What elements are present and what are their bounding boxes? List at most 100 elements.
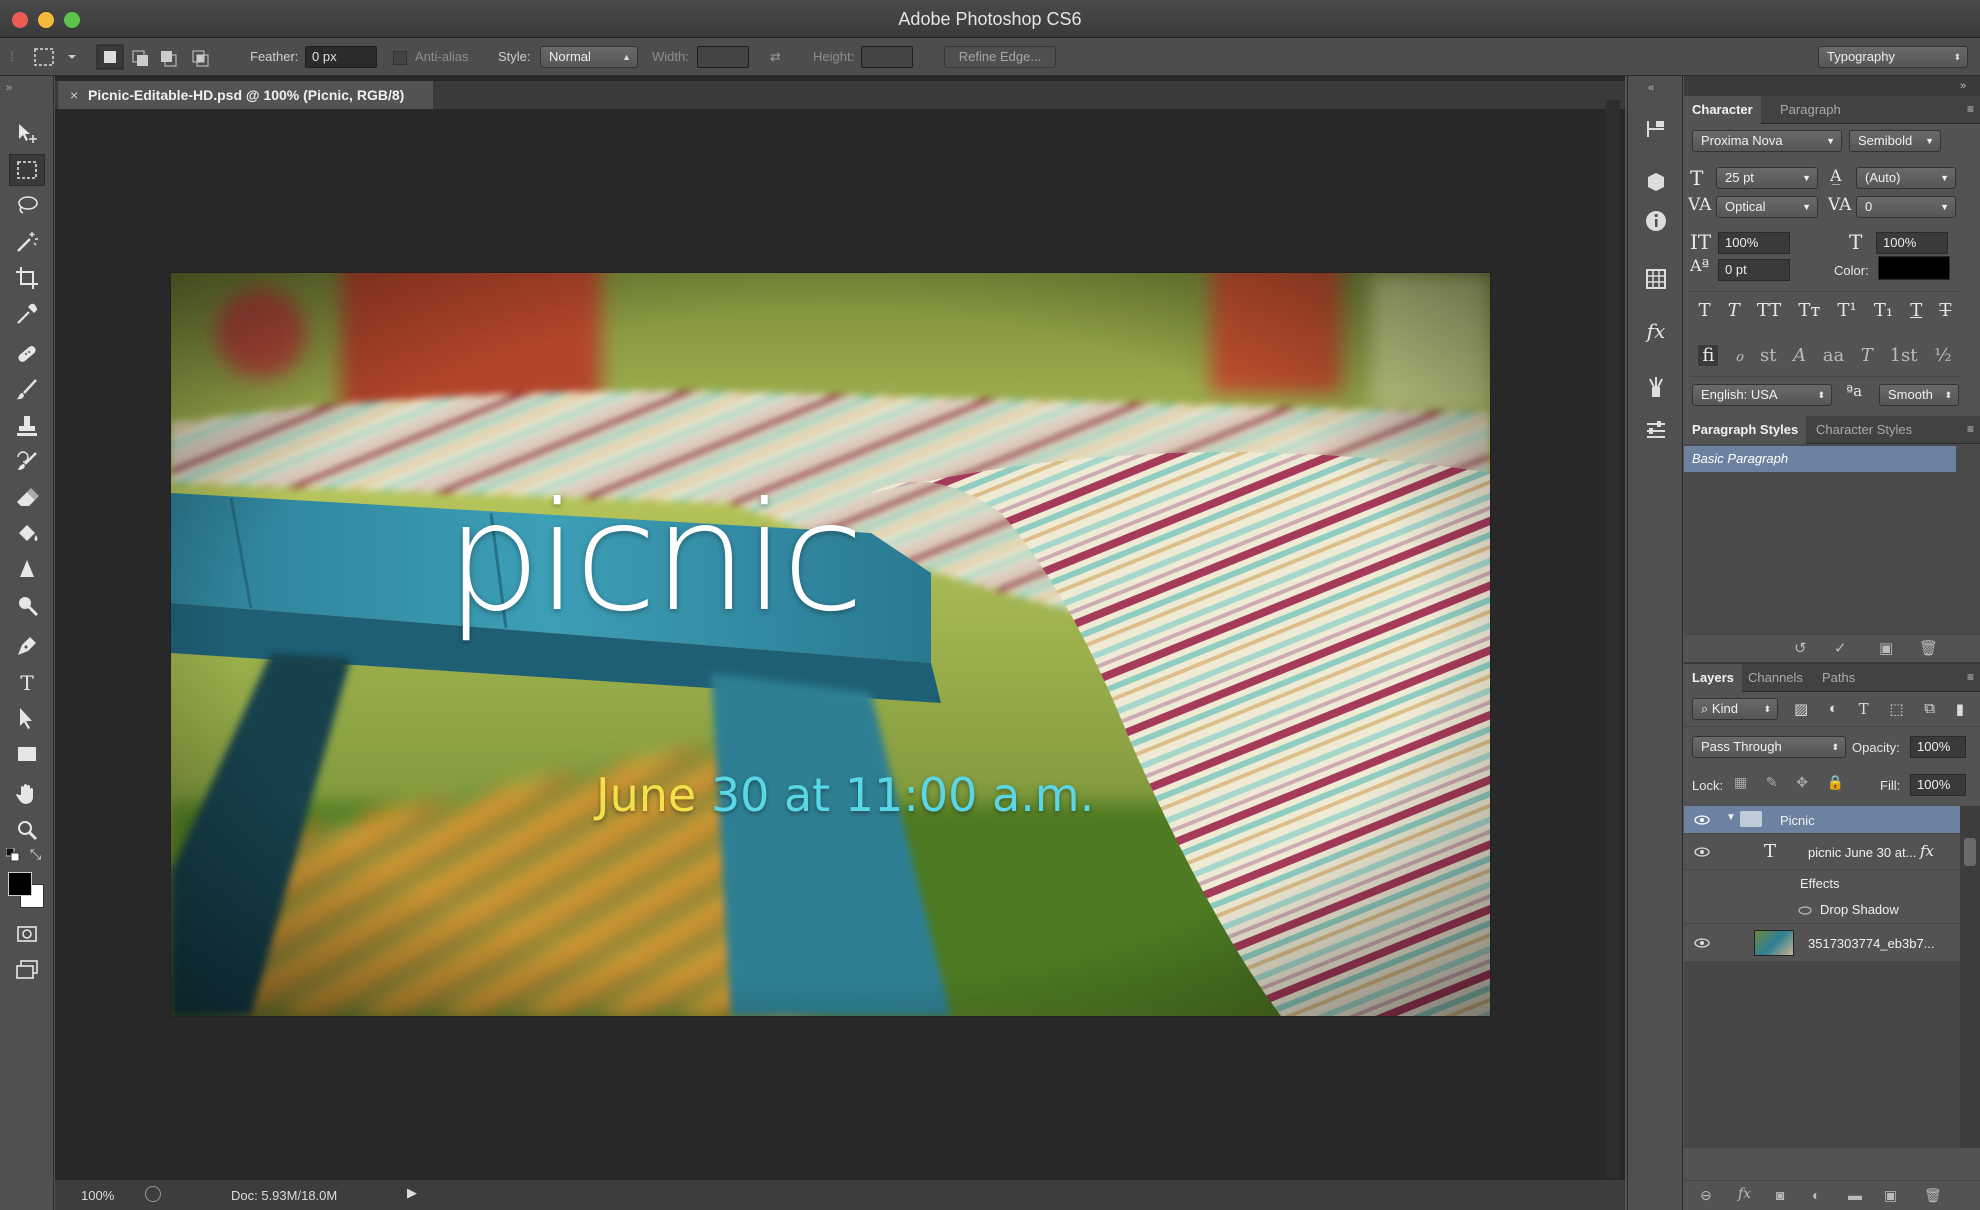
- strikethrough-icon[interactable]: T: [1939, 300, 1951, 328]
- foreground-color-swatch[interactable]: [8, 872, 32, 896]
- opacity-input[interactable]: 100%: [1910, 736, 1966, 758]
- antialias-method-select[interactable]: Smooth ⬍: [1879, 384, 1959, 406]
- document-tab[interactable]: × Picnic-Editable-HD.psd @ 100% (Picnic,…: [58, 81, 433, 109]
- fractions-icon[interactable]: ½: [1934, 345, 1951, 366]
- headline-text[interactable]: picnic: [171, 471, 1490, 645]
- healing-brush-icon[interactable]: [9, 338, 45, 370]
- style-item-basic-paragraph[interactable]: Basic Paragraph: [1684, 446, 1956, 472]
- refine-edge-button[interactable]: Refine Edge...: [944, 46, 1056, 68]
- fill-input[interactable]: 100%: [1910, 774, 1966, 796]
- clone-stamp-icon[interactable]: [9, 410, 45, 442]
- baseline-shift-input[interactable]: 0 pt: [1718, 259, 1790, 281]
- titling-icon[interactable]: T: [1861, 345, 1873, 366]
- styles-fx-icon[interactable]: fx: [1641, 316, 1671, 346]
- pen-icon[interactable]: [9, 630, 45, 662]
- faux-italic-icon[interactable]: T: [1728, 300, 1740, 328]
- horizontal-scale-input[interactable]: 100%: [1876, 232, 1948, 254]
- ligatures-icon[interactable]: fi: [1698, 344, 1719, 366]
- lock-all-icon[interactable]: 🔒: [1827, 774, 1844, 794]
- close-tab-icon[interactable]: ×: [70, 81, 78, 109]
- crop-icon[interactable]: [9, 262, 45, 294]
- all-caps-icon[interactable]: TT: [1757, 300, 1781, 328]
- delete-layer-icon[interactable]: 🗑: [1924, 1187, 1942, 1204]
- layer-row-text[interactable]: T picnic June 30 at... fx: [1684, 834, 1960, 870]
- rectangular-marquee-icon[interactable]: [9, 154, 45, 186]
- expand-triangle-icon[interactable]: ▼: [1726, 812, 1736, 823]
- swap-icon[interactable]: ⇄: [770, 38, 794, 76]
- height-input[interactable]: [861, 46, 913, 68]
- tab-character[interactable]: Character: [1684, 96, 1761, 124]
- effect-eye-icon[interactable]: [1798, 903, 1812, 918]
- new-adjustment-icon[interactable]: ◐: [1812, 1187, 1820, 1203]
- tab-layers[interactable]: Layers: [1684, 664, 1742, 692]
- collapse-icon[interactable]: »: [6, 82, 12, 94]
- collapse-strip-icon[interactable]: «: [1648, 82, 1654, 94]
- antialias-checkbox[interactable]: [393, 38, 409, 76]
- new-group-icon[interactable]: ▬: [1848, 1187, 1862, 1203]
- tab-paragraph[interactable]: Paragraph: [1772, 96, 1849, 124]
- tab-character-styles[interactable]: Character Styles: [1808, 416, 1920, 444]
- layers-scrollbar[interactable]: [1960, 806, 1980, 1148]
- superscript-icon[interactable]: T¹: [1837, 300, 1856, 328]
- history-brush-icon[interactable]: [9, 446, 45, 478]
- ordinals-icon[interactable]: 1st: [1890, 345, 1918, 366]
- language-select[interactable]: English: USA ⬍: [1692, 384, 1832, 406]
- date-text[interactable]: June 30 at 11:00 a.m.: [596, 768, 1094, 822]
- add-style-icon[interactable]: fx: [1738, 1186, 1751, 1202]
- brushes-icon[interactable]: [1641, 372, 1671, 402]
- style-select[interactable]: Normal ▲: [540, 46, 638, 68]
- expand-panels-icon[interactable]: »: [1960, 80, 1966, 92]
- visibility-eye-icon[interactable]: [1692, 933, 1712, 953]
- hand-icon[interactable]: [9, 778, 45, 810]
- visibility-eye-icon[interactable]: [1692, 810, 1712, 830]
- history-icon[interactable]: [1641, 114, 1671, 144]
- old-style-icon[interactable]: ℴ: [1735, 345, 1743, 366]
- lock-transparent-icon[interactable]: ▦: [1734, 774, 1747, 794]
- info-icon[interactable]: [1641, 206, 1671, 236]
- lock-position-icon[interactable]: ✥: [1796, 774, 1808, 794]
- text-color-swatch[interactable]: [1878, 256, 1950, 280]
- shape-filter-icon[interactable]: ⬚: [1889, 700, 1903, 720]
- tab-paths[interactable]: Paths: [1814, 664, 1863, 692]
- magic-wand-icon[interactable]: [9, 226, 45, 258]
- dodge-icon[interactable]: [9, 590, 45, 622]
- clear-override-icon[interactable]: ↺: [1794, 639, 1807, 657]
- panel-menu-icon[interactable]: ≡: [1967, 422, 1974, 436]
- width-input[interactable]: [697, 46, 749, 68]
- vertical-scale-input[interactable]: 100%: [1718, 232, 1790, 254]
- tracking-select[interactable]: 0 ▼: [1856, 196, 1956, 218]
- blend-mode-select[interactable]: Pass Through ⬍: [1692, 736, 1846, 758]
- scroll-thumb[interactable]: [1964, 838, 1976, 866]
- layer-row-group[interactable]: ▼ Picnic: [1684, 806, 1960, 834]
- 3d-icon[interactable]: [1641, 166, 1671, 196]
- quick-mask-icon[interactable]: [9, 918, 45, 950]
- default-colors-icon[interactable]: [5, 847, 20, 862]
- workspace-select[interactable]: Typography ⬍: [1818, 46, 1968, 68]
- effects-row[interactable]: Effects: [1684, 870, 1960, 896]
- adjustment-filter-icon[interactable]: ◐: [1829, 700, 1838, 720]
- lock-paint-icon[interactable]: ✎: [1766, 774, 1778, 794]
- tab-channels[interactable]: Channels: [1740, 664, 1811, 692]
- lasso-icon[interactable]: [9, 190, 45, 222]
- visibility-eye-icon[interactable]: [1692, 842, 1712, 862]
- faux-bold-icon[interactable]: T: [1699, 300, 1711, 328]
- filter-toggle-icon[interactable]: ▮: [1956, 700, 1964, 720]
- panel-menu-icon[interactable]: ≡: [1967, 102, 1974, 116]
- swap-colors-icon[interactable]: ⤡: [30, 846, 41, 863]
- layer-row-image[interactable]: 3517303774_eb3b7...: [1684, 924, 1960, 962]
- small-caps-icon[interactable]: Tт: [1798, 300, 1820, 328]
- tab-paragraph-styles[interactable]: Paragraph Styles: [1684, 416, 1807, 444]
- vertical-scrollbar[interactable]: [1606, 100, 1620, 1178]
- stylistic-alternates-icon[interactable]: aa: [1823, 345, 1844, 366]
- brush-icon[interactable]: [9, 374, 45, 406]
- font-style-select[interactable]: Semibold ▼: [1849, 130, 1941, 152]
- blur-icon[interactable]: [9, 554, 45, 586]
- zoom-icon[interactable]: [9, 814, 45, 846]
- delete-style-icon[interactable]: 🗑: [1919, 639, 1938, 657]
- redefine-style-icon[interactable]: ✓: [1834, 639, 1847, 657]
- smart-object-filter-icon[interactable]: ⧉: [1924, 700, 1935, 720]
- eyedropper-icon[interactable]: [9, 298, 45, 330]
- swatches-icon[interactable]: [1641, 264, 1671, 294]
- swash-icon[interactable]: A: [1793, 345, 1806, 366]
- filter-kind-select[interactable]: ⌕ Kind ⬍: [1692, 698, 1778, 720]
